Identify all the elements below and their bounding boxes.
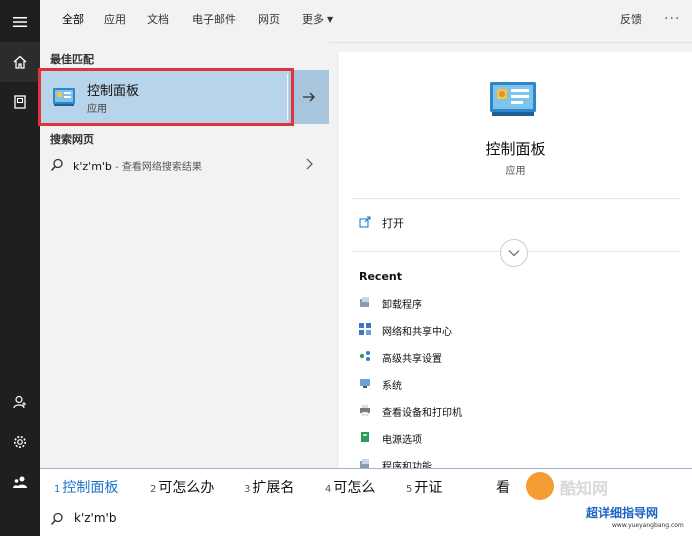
preview-type: 应用 (505, 166, 526, 177)
ime-candidate-1[interactable]: 1 控制面板 (54, 477, 118, 497)
printer-icon (360, 405, 370, 416)
candidate-text: 可怎么办 (158, 480, 215, 496)
account-button[interactable] (0, 382, 40, 422)
web-search-query: k'z'm'b - 查看网络搜索结果 (73, 158, 202, 173)
candidate-number: 4 (325, 484, 332, 495)
feedback-hub-button[interactable] (0, 462, 40, 502)
watermark-text: 酷知网 (560, 479, 609, 498)
left-rail (0, 0, 40, 536)
search-icon (50, 512, 63, 526)
hamburger-icon (13, 17, 27, 27)
candidate-number: 1 (54, 484, 61, 495)
results-list: 最佳匹配 控制面板 应用 搜索网页 k'z'm'b - 查看网络搜索结果 (38, 42, 329, 468)
user-icon (13, 395, 26, 409)
query-hint: - 查看网络搜索结果 (111, 162, 202, 173)
more-options-button[interactable]: ··· (664, 0, 680, 42)
open-icon (359, 216, 371, 228)
tab-email[interactable]: 电子邮件 (192, 0, 236, 42)
candidate-number: 2 (150, 484, 157, 495)
recent-item-label: 卸载程序 (382, 300, 422, 311)
ime-candidate-bar: 1 控制面板 2 可怎么办 3 扩展名 4 可怎么 5 开证 看 酷知网 (40, 468, 692, 504)
hamburger-menu-button[interactable] (0, 2, 40, 42)
query-text: k'z'm'b (73, 160, 112, 173)
chevron-right-icon (306, 158, 313, 170)
system-icon (360, 379, 370, 388)
watermark-site-name: 超详细指导网 (586, 506, 659, 520)
candidate-text: 控制面板 (62, 480, 119, 496)
tab-label: 应用 (104, 13, 126, 26)
tab-all[interactable]: 全部 (62, 0, 84, 44)
candidate-number: 3 (244, 484, 251, 495)
tab-web[interactable]: 网页 (258, 0, 280, 42)
tab-label: 电子邮件 (192, 13, 236, 26)
best-match-heading: 最佳匹配 (50, 53, 94, 66)
candidate-text: 可怎么 (333, 480, 376, 496)
recent-item-label: 查看设备和打印机 (382, 408, 462, 419)
watermark-logo (526, 472, 554, 500)
preview-pane: 控制面板 应用 打开 Recent 卸载程序 网络和共享中心 高级共享设置 系统… (339, 52, 692, 473)
search-scope-tabs: 全部 应用 文档 电子邮件 网页 更多 ▼ 反馈 ··· (40, 0, 692, 44)
settings-button[interactable] (0, 422, 40, 462)
notebook-button[interactable] (0, 82, 40, 122)
chevron-down-icon (508, 250, 520, 257)
preview-title: 控制面板 (485, 140, 546, 158)
tab-apps[interactable]: 应用 (104, 0, 126, 42)
recent-heading: Recent (359, 270, 403, 283)
home-icon (13, 55, 27, 69)
recent-item-label: 网络和共享中心 (382, 327, 452, 338)
arrow-right-icon (303, 92, 315, 102)
tab-label: 网页 (258, 13, 280, 26)
tab-label: 文档 (147, 13, 169, 26)
tab-label: 全部 (62, 13, 84, 26)
ime-candidate-4[interactable]: 4 可怎么 (325, 477, 375, 497)
search-box[interactable]: k'z'm'b 超详细指导网 www.yueyangbang.com (40, 502, 692, 536)
home-button[interactable] (0, 42, 40, 82)
search-icon (50, 158, 63, 172)
tab-more[interactable]: 更多 ▼ (302, 0, 333, 42)
candidate-text: 开证 (414, 480, 443, 496)
uninstall-icon (360, 297, 369, 307)
feedback-button[interactable]: 反馈 (620, 0, 642, 42)
ime-candidate-2[interactable]: 2 可怎么办 (150, 477, 214, 497)
web-search-result[interactable]: k'z'm'b - 查看网络搜索结果 (40, 152, 329, 180)
recent-item-label: 高级共享设置 (382, 354, 442, 365)
candidate-number: 5 (406, 484, 413, 495)
recent-item-label: 系统 (382, 381, 402, 392)
notebook-icon (14, 95, 26, 109)
candidate-text: 看 (496, 480, 510, 496)
power-icon (361, 432, 369, 442)
open-preview-button[interactable] (289, 70, 329, 124)
ime-candidate-5[interactable]: 5 开证 (406, 477, 442, 497)
divider (351, 198, 680, 199)
ime-candidate-3[interactable]: 3 扩展名 (244, 477, 294, 497)
watermark-url: www.yueyangbang.com (612, 522, 684, 529)
open-label: 打开 (382, 217, 404, 230)
people-icon (13, 476, 27, 488)
sharing-icon (359, 351, 370, 361)
annotation-highlight-box (38, 68, 294, 126)
ime-candidate-6[interactable]: 看 (494, 477, 510, 497)
candidate-text: 扩展名 (252, 480, 295, 496)
web-search-heading: 搜索网页 (50, 133, 94, 146)
network-icon (359, 323, 371, 335)
chevron-down-icon: ▼ (327, 15, 334, 24)
watermark: 酷知网 (518, 469, 692, 503)
search-input-text[interactable]: k'z'm'b (74, 511, 116, 525)
expand-button[interactable] (500, 239, 528, 267)
gear-icon (14, 436, 26, 448)
tab-documents[interactable]: 文档 (147, 0, 169, 42)
recent-item-label: 电源选项 (382, 435, 422, 446)
tab-label: 更多 (302, 13, 324, 26)
control-panel-large-icon (490, 82, 536, 116)
